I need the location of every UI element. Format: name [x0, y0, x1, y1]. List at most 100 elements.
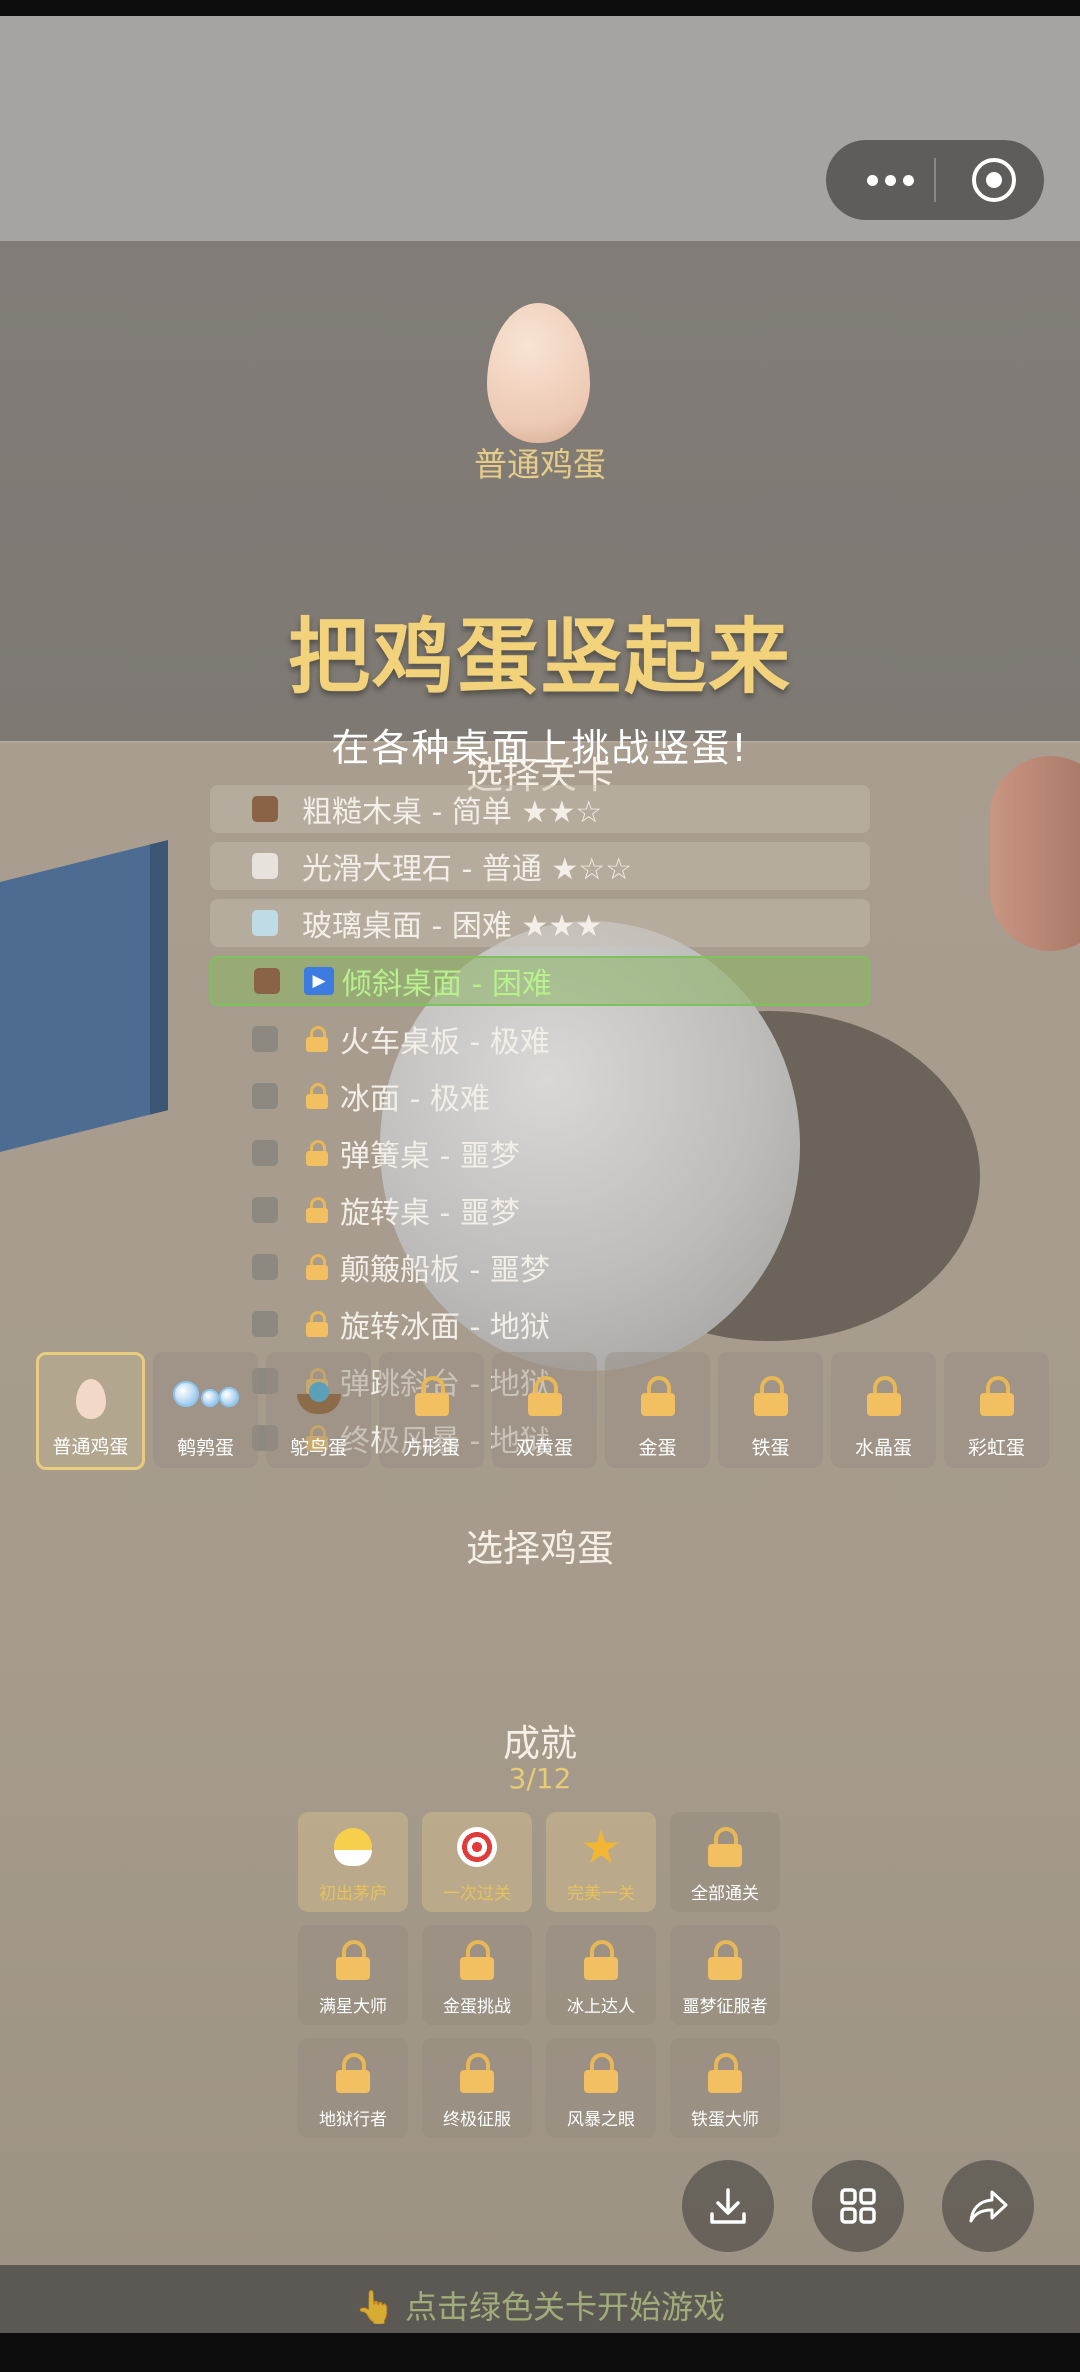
- egg-option-label: 铁蛋: [751, 1437, 790, 1459]
- lock-icon: [492, 1366, 597, 1426]
- achievement-label: 终极征服: [443, 2110, 511, 2130]
- egg-option[interactable]: 鸵鸟蛋: [266, 1352, 371, 1468]
- level-swatch: [252, 1311, 278, 1337]
- grid-button[interactable]: [812, 2160, 904, 2252]
- achievement-label: 铁蛋大师: [691, 2110, 759, 2130]
- lock-icon: [298, 2050, 408, 2096]
- level-swatch: [252, 796, 278, 822]
- level-item[interactable]: 弹簧桌 - 噩梦: [210, 1129, 870, 1177]
- level-item[interactable]: 冰面 - 极难: [210, 1072, 870, 1120]
- current-egg-name: 普通鸡蛋: [474, 445, 606, 484]
- level-swatch: [252, 853, 278, 879]
- lock-icon: [670, 1824, 780, 1870]
- level-item[interactable]: ▶ 倾斜桌面 - 困难: [210, 956, 870, 1006]
- star-icon: ★: [580, 1820, 622, 1874]
- lock-icon: [831, 1366, 936, 1426]
- lock-icon: [302, 1024, 332, 1054]
- lock-icon: [302, 1195, 332, 1225]
- egg-icon: [39, 1369, 142, 1429]
- achievement-label: 噩梦征服者: [682, 1997, 768, 2017]
- level-item[interactable]: 粗糙木桌 - 简单 ★★☆: [210, 785, 870, 833]
- level-item[interactable]: 光滑大理石 - 普通 ★☆☆: [210, 842, 870, 890]
- lock-icon: [670, 2050, 780, 2096]
- egg-option-label: 水晶蛋: [854, 1437, 912, 1459]
- achievement-item: 一次过关: [422, 1812, 532, 1912]
- blue-block-prop: [0, 840, 168, 1162]
- grid-icon: [840, 2188, 876, 2224]
- egg-option-label: 方形蛋: [402, 1437, 460, 1459]
- egg-section-title: 选择鸡蛋: [466, 1527, 614, 1570]
- level-item[interactable]: 旋转桌 - 噩梦: [210, 1186, 870, 1234]
- game-title: 把鸡蛋竖起来: [287, 610, 792, 705]
- achievement-item: 金蛋挑战: [422, 1925, 532, 2025]
- more-dots-icon[interactable]: [854, 140, 926, 220]
- egg-option[interactable]: 铁蛋: [718, 1352, 823, 1468]
- lock-icon: [546, 1937, 656, 1983]
- level-label: 粗糙木桌 - 简单 ★★☆: [302, 795, 603, 830]
- level-label: 玻璃桌面 - 困难 ★★★: [302, 909, 603, 944]
- level-label: 旋转冰面 - 地狱: [340, 1310, 550, 1345]
- egg-option[interactable]: 金蛋: [605, 1352, 710, 1468]
- achievement-label: 初出茅庐: [319, 1884, 387, 1904]
- level-label: 旋转桌 - 噩梦: [340, 1196, 520, 1231]
- egg-option[interactable]: 方形蛋: [379, 1352, 484, 1468]
- lock-icon: [298, 1937, 408, 1983]
- level-item[interactable]: 颠簸船板 - 噩梦: [210, 1243, 870, 1291]
- achievement-item: 冰上达人: [546, 1925, 656, 2025]
- lock-icon: [670, 1937, 780, 1983]
- lock-icon: [302, 1309, 332, 1339]
- lock-icon: [718, 1366, 823, 1426]
- egg-option-label: 双黄蛋: [515, 1437, 573, 1459]
- lock-icon: [944, 1366, 1049, 1426]
- achievement-label: 完美一关: [567, 1884, 635, 1904]
- egg-option-label: 普通鸡蛋: [52, 1436, 129, 1458]
- lock-icon: [302, 1081, 332, 1111]
- download-button[interactable]: [682, 2160, 774, 2252]
- level-label: 颠簸船板 - 噩梦: [340, 1253, 550, 1288]
- egg-option-label: 鹌鹑蛋: [176, 1437, 234, 1459]
- level-swatch: [252, 1140, 278, 1166]
- start-hint: 👆 点击绿色关卡开始游戏: [354, 2288, 726, 2326]
- capsule-menu: [826, 140, 1044, 220]
- lock-icon: [422, 2050, 532, 2096]
- level-label: 火车桌板 - 极难: [340, 1025, 550, 1060]
- egg-option-label: 金蛋: [638, 1437, 677, 1459]
- target-icon: [422, 1824, 532, 1870]
- egg-option-label: 鸵鸟蛋: [289, 1437, 347, 1459]
- level-swatch: [252, 1254, 278, 1280]
- achievement-item: 全部通关: [670, 1812, 780, 1912]
- achievements-count: 3/12: [508, 1762, 572, 1795]
- achievement-item: 铁蛋大师: [670, 2038, 780, 2138]
- lock-icon: [546, 2050, 656, 2096]
- share-button[interactable]: [942, 2160, 1034, 2252]
- record-target-icon[interactable]: [972, 158, 1016, 202]
- level-item[interactable]: 火车桌板 - 极难: [210, 1015, 870, 1063]
- level-swatch: [252, 1197, 278, 1223]
- nest-icon: [266, 1366, 371, 1426]
- play-icon: ▶: [304, 966, 334, 996]
- achievement-item: 风暴之眼: [546, 2038, 656, 2138]
- achievement-label: 风暴之眼: [567, 2110, 635, 2130]
- lock-icon: [422, 1937, 532, 1983]
- chick-icon: [298, 1824, 408, 1870]
- egg-option[interactable]: 普通鸡蛋: [36, 1352, 145, 1470]
- achievement-label: 金蛋挑战: [443, 1997, 511, 2017]
- egg-option[interactable]: 水晶蛋: [831, 1352, 936, 1468]
- achievement-label: 冰上达人: [567, 1997, 635, 2017]
- achievement-item: 初出茅庐: [298, 1812, 408, 1912]
- egg-option[interactable]: 彩虹蛋: [944, 1352, 1049, 1468]
- level-label: 倾斜桌面 - 困难: [342, 967, 552, 1002]
- download-icon: [710, 2188, 746, 2224]
- egg-selector: 普通鸡蛋 鹌鹑蛋 鸵鸟蛋 方形蛋 双黄蛋 金蛋 铁蛋 水晶蛋 彩虹蛋: [36, 1352, 1057, 1470]
- level-item[interactable]: 玻璃桌面 - 困难 ★★★: [210, 899, 870, 947]
- level-swatch: [254, 968, 280, 994]
- capsule-divider: [934, 158, 936, 202]
- level-item[interactable]: 旋转冰面 - 地狱: [210, 1300, 870, 1348]
- egg-option[interactable]: 鹌鹑蛋: [153, 1352, 258, 1468]
- nav-bar: [0, 2333, 1080, 2372]
- egg-option[interactable]: 双黄蛋: [492, 1352, 597, 1468]
- achievement-label: 全部通关: [691, 1884, 759, 1904]
- level-swatch: [252, 1026, 278, 1052]
- lock-icon: [605, 1366, 710, 1426]
- egg-option-label: 彩虹蛋: [967, 1437, 1025, 1459]
